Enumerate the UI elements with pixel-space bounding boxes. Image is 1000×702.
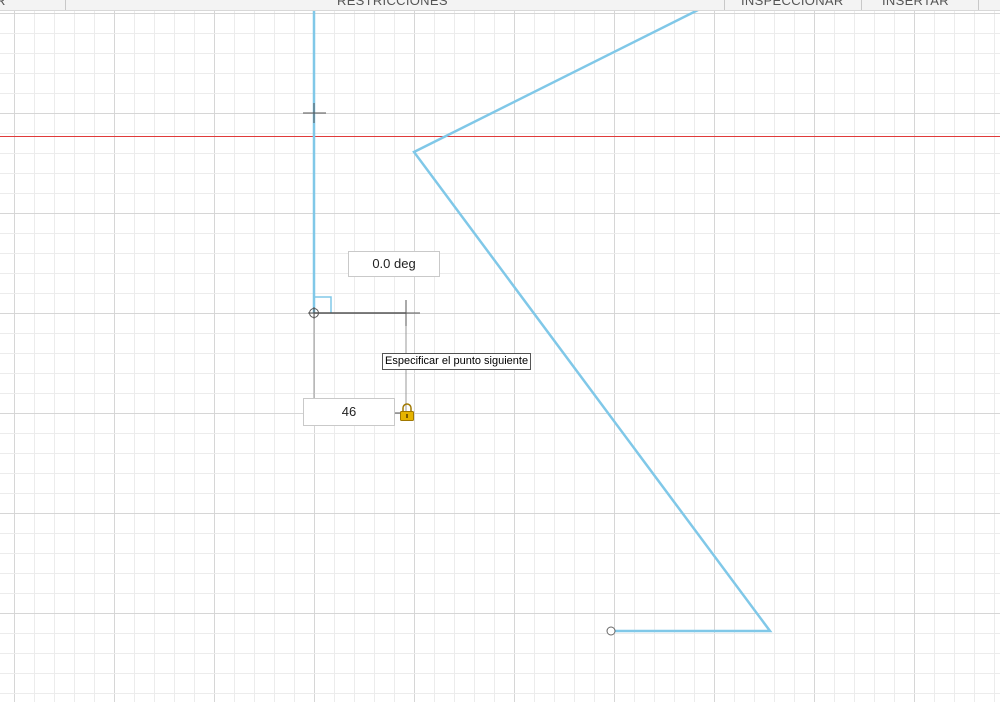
sketch-grid — [0, 0, 1000, 702]
toolbar: R RESTRICCIONES INSPECCIONAR INSERTAR — [0, 0, 1000, 11]
sketch-profile-line[interactable] — [412, 8, 773, 633]
padlock-icon[interactable] — [400, 403, 414, 421]
angle-input[interactable]: 0.0 deg — [348, 251, 440, 277]
sketch-canvas[interactable] — [0, 0, 1000, 702]
toolbar-separator — [65, 0, 66, 10]
toolbar-separator — [861, 0, 862, 10]
toolbar-tab-insertar[interactable]: INSERTAR — [882, 0, 949, 8]
toolbar-separator — [978, 0, 979, 10]
end-point-marker[interactable] — [606, 626, 616, 636]
toolbar-separator — [724, 0, 725, 10]
length-input[interactable]: 46 — [303, 398, 395, 426]
command-tooltip: Especificar el punto siguiente — [382, 353, 532, 370]
perpendicular-marker — [314, 296, 332, 313]
toolbar-tab-restricciones[interactable]: RESTRICCIONES — [337, 0, 448, 8]
toolbar-tab-partial[interactable]: R — [0, 0, 6, 8]
toolbar-tab-inspeccionar[interactable]: INSPECCIONAR — [741, 0, 844, 8]
